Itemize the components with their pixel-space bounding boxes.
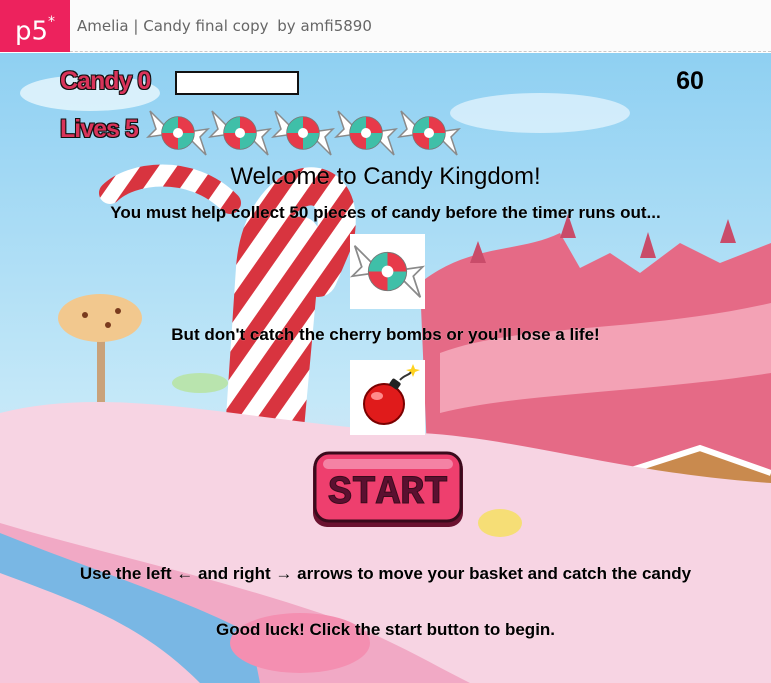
sketch-title: Amelia | Candy final copy by amfi5890	[77, 0, 372, 52]
start-button-label: START	[328, 471, 448, 516]
wrapped-candy-icon	[208, 103, 272, 163]
wrapped-candy-icon	[397, 103, 461, 163]
controls-instructions: Use the left ← and right → arrows to mov…	[79, 564, 692, 583]
cherry-bomb-icon	[363, 364, 420, 425]
bomb-example-card	[350, 360, 425, 435]
candy-progress-bar	[175, 71, 299, 95]
start-button[interactable]: START	[311, 449, 465, 531]
welcome-title: Welcome to Candy Kingdom!	[230, 163, 541, 190]
start-button-graphic: START	[313, 451, 463, 527]
good-luck-message: Good luck! Click the start button to beg…	[215, 620, 556, 639]
game-canvas[interactable]: Candy 0 60 Lives 5 Welcome to Candy King…	[0, 53, 771, 683]
wrapped-candy-icon	[146, 103, 210, 163]
author-link[interactable]: amfi5890	[300, 17, 371, 35]
by-label: by	[277, 17, 296, 35]
candy-example-card	[350, 234, 425, 309]
wrapped-candy-icon	[271, 103, 335, 163]
editor-header: p5* Amelia | Candy final copy by amfi589…	[0, 0, 771, 52]
wrapped-candy-icon	[350, 234, 425, 309]
timer-display: 60	[676, 67, 704, 95]
candy-count-label: Candy 0	[59, 66, 152, 95]
wrapped-candy-icon	[334, 103, 398, 163]
lives-label: Lives 5	[59, 114, 139, 143]
collect-instructions: You must help collect 50 pieces of candy…	[110, 203, 661, 222]
p5-logo[interactable]: p5*	[0, 0, 70, 52]
bomb-warning: But don't catch the cherry bombs or you'…	[171, 325, 600, 344]
sketch-name[interactable]: Amelia | Candy final copy	[77, 17, 268, 35]
